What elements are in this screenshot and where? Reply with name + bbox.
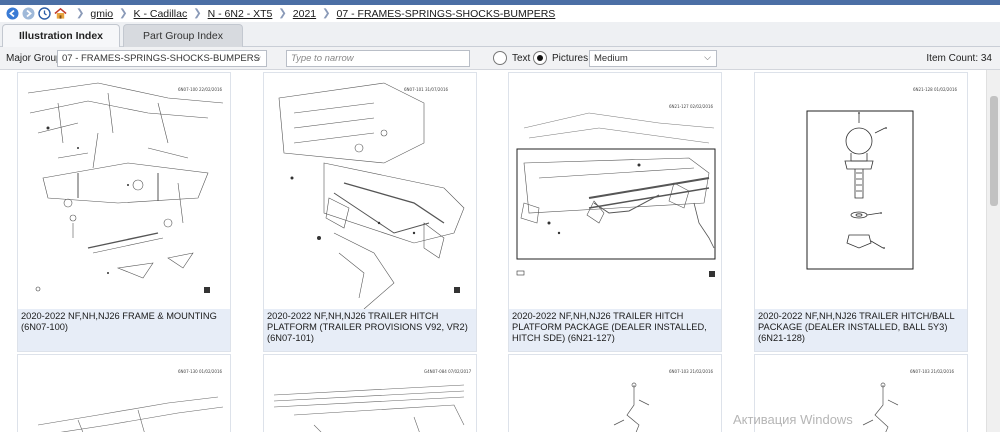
text-radio-label: Text	[512, 53, 531, 64]
breadcrumb-item-model[interactable]: N - 6N2 - XT5	[208, 8, 273, 20]
major-group-select[interactable]: 07 - FRAMES-SPRINGS-SHOCKS-BUMPERS ⌵	[57, 50, 267, 67]
chevron-down-icon: ⌵	[254, 52, 261, 62]
filter-bar: Major Group: 07 - FRAMES-SPRINGS-SHOCKS-…	[0, 47, 1000, 70]
illustration-code: G4N07-084 07/02/2017	[424, 369, 472, 374]
illustration-code: 6N07-103 21/02/2016	[910, 369, 954, 374]
illustration-code: 6N07-101 31/07/2016	[404, 87, 448, 92]
chevron-right-icon: ❯	[322, 8, 331, 19]
illustration-card[interactable]: G4N07-084 07/02/2017	[263, 354, 477, 432]
tab-bar: Illustration Index Part Group Index	[0, 22, 1000, 47]
pictures-radio-label: Pictures	[552, 53, 589, 64]
illustration-card[interactable]: 6N07-100 22/02/2016 2020-2022 NF,NH,NJ26…	[17, 72, 231, 352]
illustration-code: 6N07-100 22/02/2016	[178, 87, 222, 92]
chevron-right-icon: ❯	[193, 8, 202, 19]
illustration-card[interactable]: 6N21-128 01/02/2016 2020-2022 NF,NH,NJ26…	[754, 72, 968, 352]
illustration-code: 6N07-103 21/02/2016	[669, 369, 713, 374]
illustration-image: 6N07-101 31/07/2016	[264, 73, 476, 310]
tab-illustration-index[interactable]: Illustration Index	[2, 24, 120, 47]
scrollbar-thumb[interactable]	[990, 96, 998, 206]
breadcrumb-item-year[interactable]: 2021	[293, 8, 316, 20]
illustration-card[interactable]: 6N21-127 02/02/2016 2020-2022 NF,NH,NJ26…	[508, 72, 722, 352]
pictures-radio[interactable]	[533, 51, 547, 65]
text-radio[interactable]	[493, 51, 507, 65]
history-icon[interactable]	[38, 7, 51, 20]
breadcrumb-item-make[interactable]: K - Cadillac	[134, 8, 188, 20]
illustration-image: 6N21-128 01/02/2016	[755, 73, 967, 309]
illustration-code: 6N21-127 02/02/2016	[669, 104, 713, 109]
chevron-down-icon: ⌵	[704, 52, 711, 62]
illustration-caption: 2020-2022 NF,NH,NJ26 TRAILER HITCH/BALL …	[755, 309, 967, 351]
narrow-search-input[interactable]: Type to narrow	[286, 50, 470, 67]
windows-activation-watermark: Активация Windows	[733, 412, 853, 427]
illustration-caption: 2020-2022 NF,NH,NJ26 TRAILER HITCH PLATF…	[264, 309, 476, 351]
major-group-value: 07 - FRAMES-SPRINGS-SHOCKS-BUMPERS	[62, 53, 260, 64]
illustration-card[interactable]: 6N07-101 31/07/2016 2020-2022 NF,NH,NJ26…	[263, 72, 477, 352]
vertical-scrollbar[interactable]	[986, 70, 1000, 432]
breadcrumb: ❯ gmio ❯ K - Cadillac ❯ N - 6N2 - XT5 ❯ …	[0, 5, 1000, 22]
illustration-caption: 2020-2022 NF,NH,NJ26 TRAILER HITCH PLATF…	[509, 309, 721, 351]
breadcrumb-item-gmio[interactable]: gmio	[90, 8, 113, 20]
major-group-label: Major Group:	[6, 53, 65, 64]
illustration-caption: 2020-2022 NF,NH,NJ26 FRAME & MOUNTING (6…	[18, 309, 230, 351]
item-count: Item Count: 34	[926, 53, 992, 64]
illustration-image: 6N07-100 22/02/2016	[18, 73, 230, 309]
back-icon[interactable]	[6, 7, 19, 20]
chevron-right-icon: ❯	[76, 8, 85, 19]
image-size-value: Medium	[594, 53, 628, 64]
illustration-code: 6N21-128 01/02/2016	[913, 87, 957, 92]
tab-part-group-index[interactable]: Part Group Index	[123, 24, 243, 47]
chevron-right-icon: ❯	[278, 8, 287, 19]
illustration-code: 6N07-130 01/02/2016	[178, 369, 222, 374]
home-icon[interactable]	[54, 7, 67, 20]
image-size-select[interactable]: Medium ⌵	[589, 50, 717, 67]
illustration-grid: 6N07-100 22/02/2016 2020-2022 NF,NH,NJ26…	[0, 70, 986, 432]
forward-icon[interactable]	[22, 7, 35, 20]
illustration-image: 6N21-127 02/02/2016	[509, 73, 721, 309]
illustration-card[interactable]: 6N07-103 21/02/2016	[508, 354, 722, 432]
illustration-card[interactable]: 6N07-130 01/02/2016	[17, 354, 231, 432]
chevron-right-icon: ❯	[119, 8, 128, 19]
breadcrumb-item-group[interactable]: 07 - FRAMES-SPRINGS-SHOCKS-BUMPERS	[337, 8, 556, 20]
